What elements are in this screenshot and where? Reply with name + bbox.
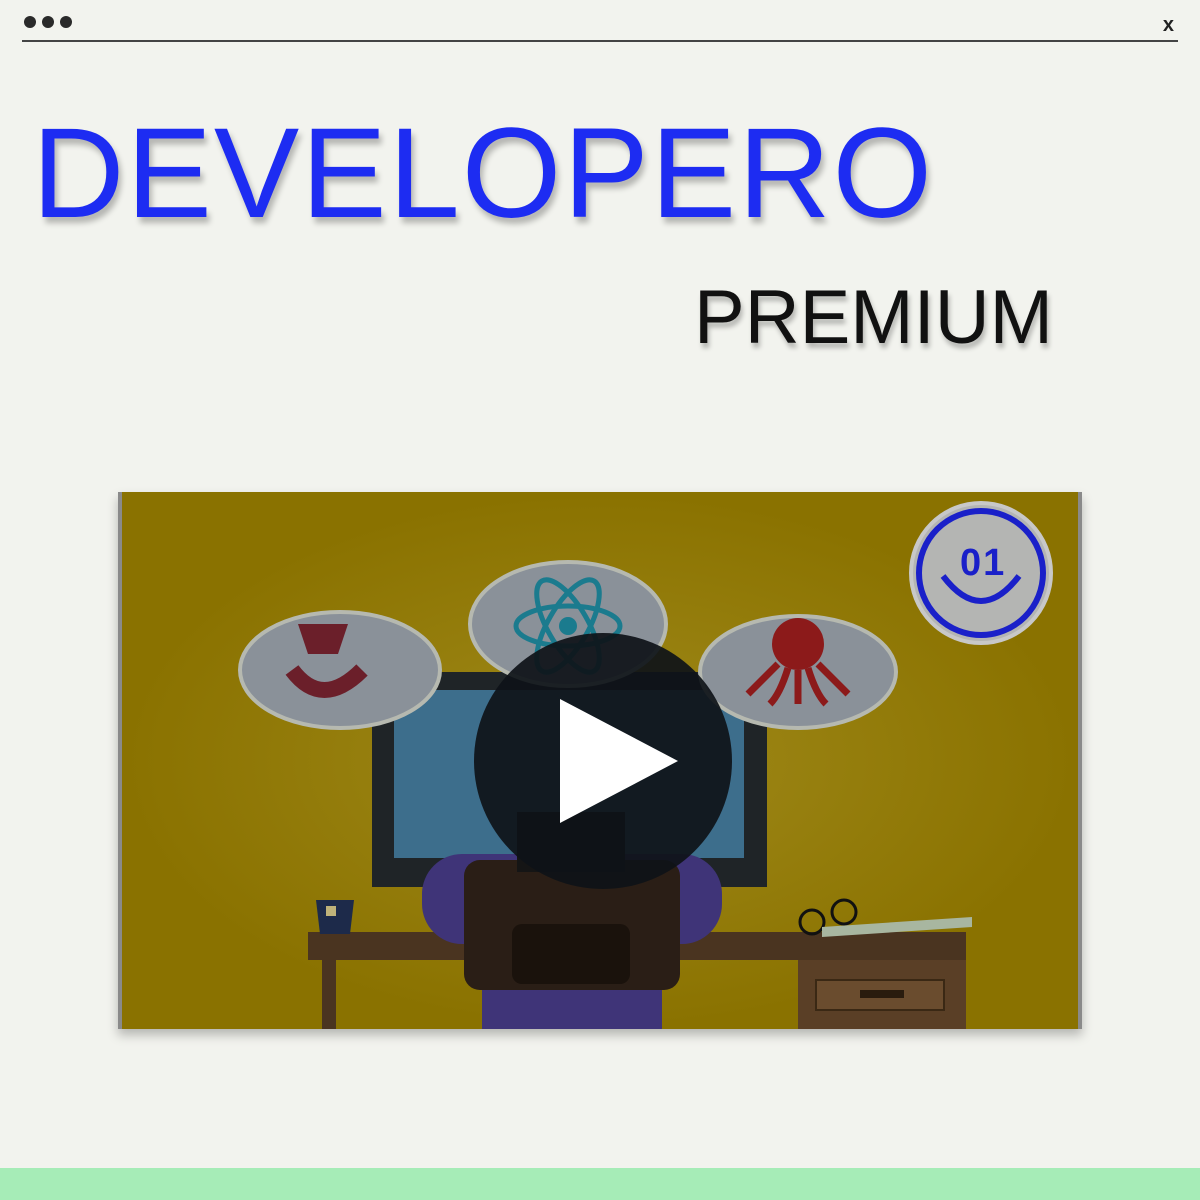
dot-icon xyxy=(24,16,36,28)
dot-icon xyxy=(60,16,72,28)
episode-badge-text: 01 xyxy=(960,542,1007,584)
window-menu-dots[interactable] xyxy=(24,16,72,28)
brand-title: DEVELOPERO xyxy=(32,102,935,245)
dot-icon xyxy=(42,16,54,28)
window-titlebar: x xyxy=(22,10,1178,42)
octopus-icon xyxy=(772,618,824,670)
play-button[interactable] xyxy=(474,633,732,889)
tier-subtitle: PREMIUM xyxy=(694,275,1053,360)
close-button[interactable]: x xyxy=(1163,14,1174,37)
footer-bar xyxy=(0,1168,1200,1200)
mug-icon xyxy=(316,900,354,934)
video-player[interactable]: 01 xyxy=(118,492,1082,1029)
